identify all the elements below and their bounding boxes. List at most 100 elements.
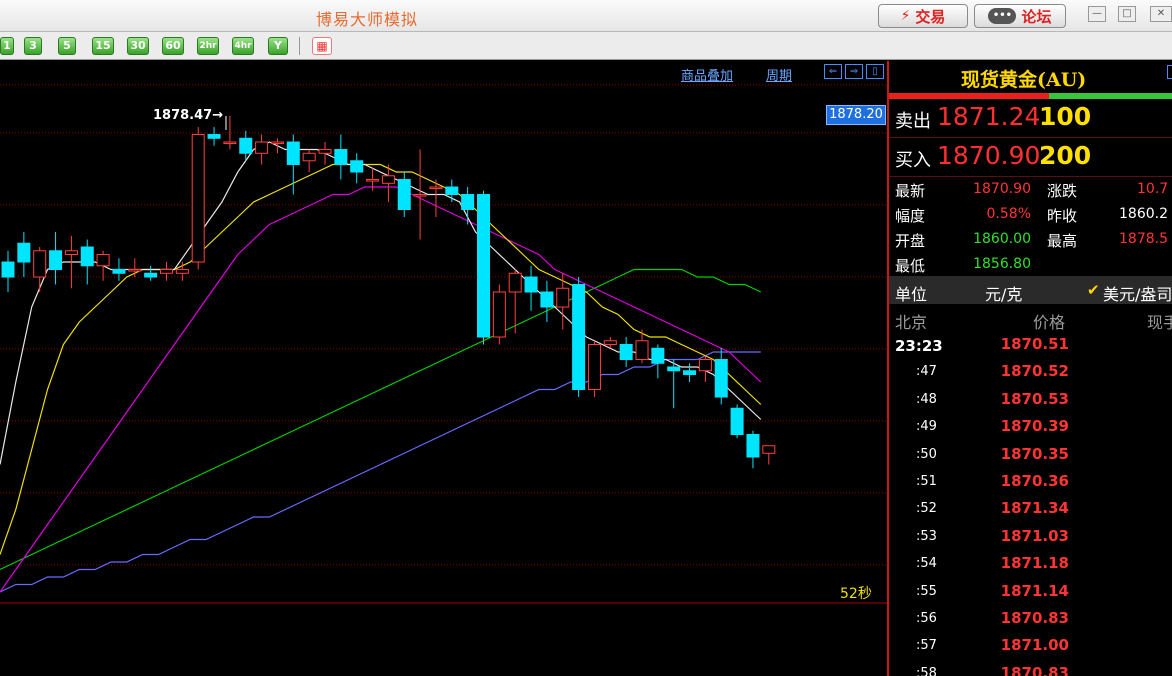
low-value: 1856.80 [973,256,1031,272]
candle-body [477,194,490,338]
tick-price: 1871.14 [1000,581,1069,600]
period-button-y[interactable]: Y [268,37,288,55]
candle-body [318,149,332,154]
candle-body [175,269,189,274]
tick-price: 1870.39 [1000,417,1069,436]
period-button-2hr[interactable]: 2hr [197,37,219,55]
period-button-4hr[interactable]: 4hr [232,37,254,55]
period-button-5[interactable]: 5 [58,37,76,55]
symbol-menu-icon[interactable] [1167,65,1172,79]
tick-time: :53 [916,528,937,544]
unit-row: 单位 元/克 ✔ 美元/盎司 [889,276,1172,304]
period-button-15[interactable]: 15 [92,37,114,55]
tick-time: :49 [916,419,937,435]
tick-header-volume: 现手 [1147,313,1172,332]
buy-label: 买入 [895,150,931,171]
candle-body [762,445,776,454]
candle-body [667,366,681,372]
divider [889,176,1172,177]
candle-body [587,344,601,391]
calendar-icon[interactable]: ▦ [312,37,332,55]
symbol-title: 现货黄金(AU) [961,69,1087,91]
sell-volume: 100 [1039,102,1092,131]
open-label: 开盘 [895,232,926,250]
candle-body [683,370,697,376]
tick-time: :57 [916,638,937,654]
low-label: 最低 [895,257,926,275]
lightning-icon: ⚡ [900,8,911,24]
minimize-icon[interactable]: — [1088,6,1106,22]
candle-body [302,152,316,162]
scroll-right-icon[interactable]: ⇒ [845,64,863,79]
trade-button[interactable]: ⚡ 交易 [878,4,968,28]
countdown-timer: 52秒 [840,586,872,602]
candle-body [17,242,31,263]
high-label: 最高 [1047,232,1078,250]
candle-body [239,137,253,154]
candle-body [429,186,443,190]
candle-body [508,272,522,293]
toolbar-divider [299,37,300,55]
latest-label: 最新 [895,182,926,200]
latest-value: 1870.90 [973,181,1031,197]
tick-header-price: 价格 [1033,313,1066,332]
overlay-link[interactable]: 商品叠加 [681,65,733,84]
candle-body [144,272,158,278]
tick-header-time: 北京 [895,313,928,332]
candle-body [572,284,586,391]
close-icon[interactable]: ✕ [1150,6,1172,22]
change-label: 涨跌 [1047,182,1078,200]
tick-time: :51 [916,474,937,489]
tick-time: :52 [916,501,937,517]
buy-quote-row[interactable]: 买入 1870.90 200 [889,138,1172,176]
candle-body [128,269,142,272]
tick-price: 1871.03 [1000,526,1069,545]
candle-body [96,254,110,267]
candle-body [603,340,617,346]
candle-body [286,141,300,166]
period-button-60[interactable]: 60 [162,37,184,55]
sell-label: 卖出 [895,111,931,132]
period-button-1[interactable]: 1 [0,37,14,55]
checkmark-icon[interactable]: ✔ [1087,281,1100,299]
unit-currency[interactable]: 美元/盎司 [1103,281,1172,305]
sell-price: 1871.24 [937,102,1041,131]
scroll-left-icon[interactable]: ⇐ [824,64,842,79]
candle-body [49,250,63,271]
kline-chart[interactable]: 商品叠加 周期 ⇐ ⇒ ▯ 1878.20 1878.47→ 52秒 [0,61,887,676]
period-button-30[interactable]: 30 [127,37,149,55]
prev-close-value: 1860.2 [1119,206,1168,222]
candle-body [714,359,728,398]
candle-body [160,269,173,274]
forum-button[interactable]: ••• 论坛 [974,4,1066,28]
prev-close-label: 昨收 [1047,207,1078,225]
tick-time: :58 [916,665,937,676]
tick-price: 1870.83 [1000,663,1069,676]
tick-time: :56 [916,611,937,626]
tick-price: 1870.53 [1000,389,1069,408]
tick-time: :54 [916,556,937,572]
period-toolbar: 1 3 5 15 30 60 2hr 4hr Y ▦ [0,32,1172,60]
chat-bubble-icon: ••• [988,8,1017,24]
max-price-annotation: 1878.47→ [153,108,224,123]
candle-body [698,359,712,372]
tick-price: 1871.00 [1000,636,1069,655]
layout-toggle-icon[interactable]: ▯ [866,64,884,79]
candle-body [730,407,744,436]
maximize-icon[interactable]: □ [1118,6,1136,22]
period-link[interactable]: 周期 [766,65,792,84]
tick-price: 1870.51 [1000,335,1069,353]
period-button-3[interactable]: 3 [24,37,42,55]
sell-quote-row[interactable]: 卖出 1871.24 100 [889,99,1172,137]
unit-value: 元/克 [985,285,1023,304]
title-bar: 博易大师模拟 ⚡ 交易 ••• 论坛 — □ ✕ [0,0,1172,32]
candle-body [746,434,760,458]
candle-body [207,134,221,139]
tick-time: :55 [916,583,937,599]
kline-chart-svg [0,84,887,604]
tick-price: 1870.35 [1000,444,1069,463]
tick-list-header: 北京 价格 现手 [889,306,1172,332]
app-window: 博易大师模拟 ⚡ 交易 ••• 论坛 — □ ✕ 1 3 5 15 30 60 … [0,0,1172,676]
tick-time: 23:23 [895,337,943,355]
tick-price: 1870.52 [1000,362,1069,381]
